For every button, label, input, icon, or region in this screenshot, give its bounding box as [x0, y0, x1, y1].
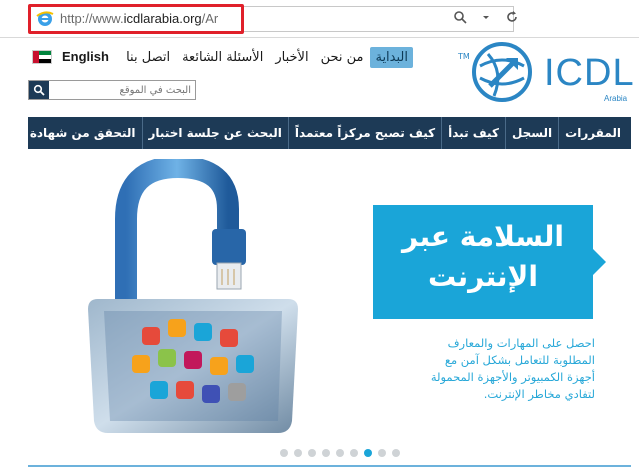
hero-title-line1: السلامة عبر — [402, 220, 564, 253]
main-nav: المقررات السجل كيف تبدأ كيف تصبح مركزاً … — [28, 117, 631, 149]
top-nav-news[interactable]: الأخبار — [270, 47, 313, 68]
hero-title-arrow — [593, 249, 606, 275]
logo-text[interactable]: ICDL — [544, 52, 635, 95]
hero-description: احصل على المهارات والمعارف المطلوبة للتع… — [430, 336, 595, 401]
refresh-icon[interactable] — [504, 10, 520, 28]
logo-trademark: TM — [458, 52, 470, 61]
dropdown-icon[interactable] — [478, 10, 494, 28]
divider — [28, 465, 631, 467]
slide-dot[interactable] — [280, 449, 288, 457]
web-page: English البداية من نحن الأخبار الأسئلة ا… — [0, 38, 639, 474]
address-bar-tools — [452, 10, 520, 28]
logo-subtext: Arabia — [604, 94, 628, 103]
search-button[interactable] — [29, 81, 49, 99]
site-search — [28, 80, 196, 100]
top-nav-home[interactable]: البداية — [370, 47, 413, 68]
slide-dot[interactable] — [322, 449, 330, 457]
search-input[interactable] — [51, 81, 195, 99]
uae-flag-icon[interactable] — [32, 50, 52, 64]
hero-title: السلامة عبر الإنترنت — [373, 217, 593, 297]
main-nav-get-started[interactable]: كيف تبدأ — [441, 117, 505, 149]
top-nav-contact[interactable]: اتصل بنا — [121, 47, 175, 68]
url-highlight-box — [28, 4, 244, 34]
top-nav: البداية من نحن الأخبار الأسئلة الشائعة ا… — [121, 47, 413, 68]
main-nav-find-test-session[interactable]: البحث عن جلسة اختبار — [141, 117, 288, 149]
main-nav-courses[interactable]: المقررات — [558, 117, 627, 149]
padlock-network-cable-image — [88, 159, 298, 433]
slide-dot[interactable] — [308, 449, 316, 457]
top-nav-about[interactable]: من نحن — [316, 47, 369, 68]
slide-dot[interactable] — [294, 449, 302, 457]
english-language-link[interactable]: English — [62, 49, 109, 64]
top-nav-faq[interactable]: الأسئلة الشائعة — [177, 47, 268, 68]
search-icon — [33, 84, 45, 96]
slide-dot[interactable] — [350, 449, 358, 457]
hero-title-line2: الإنترنت — [428, 260, 538, 293]
browser-toolbar: http://www.icdlarabia.org/Ar — [0, 0, 639, 38]
slider-pagination — [280, 449, 400, 457]
slide-dot-active[interactable] — [364, 449, 372, 457]
icdl-globe-logo-icon[interactable] — [470, 40, 534, 104]
slide-dot[interactable] — [392, 449, 400, 457]
hero-banner: السلامة عبر الإنترنت احصل على المهارات و… — [28, 149, 631, 474]
slide-dot[interactable] — [378, 449, 386, 457]
slide-dot[interactable] — [336, 449, 344, 457]
main-nav-registry[interactable]: السجل — [504, 117, 558, 149]
search-icon[interactable] — [452, 10, 468, 28]
main-nav-verify-certificate[interactable]: التحقق من شهادة — [24, 117, 142, 149]
main-nav-become-center[interactable]: كيف تصبح مركزاً معتمداً — [287, 117, 441, 149]
